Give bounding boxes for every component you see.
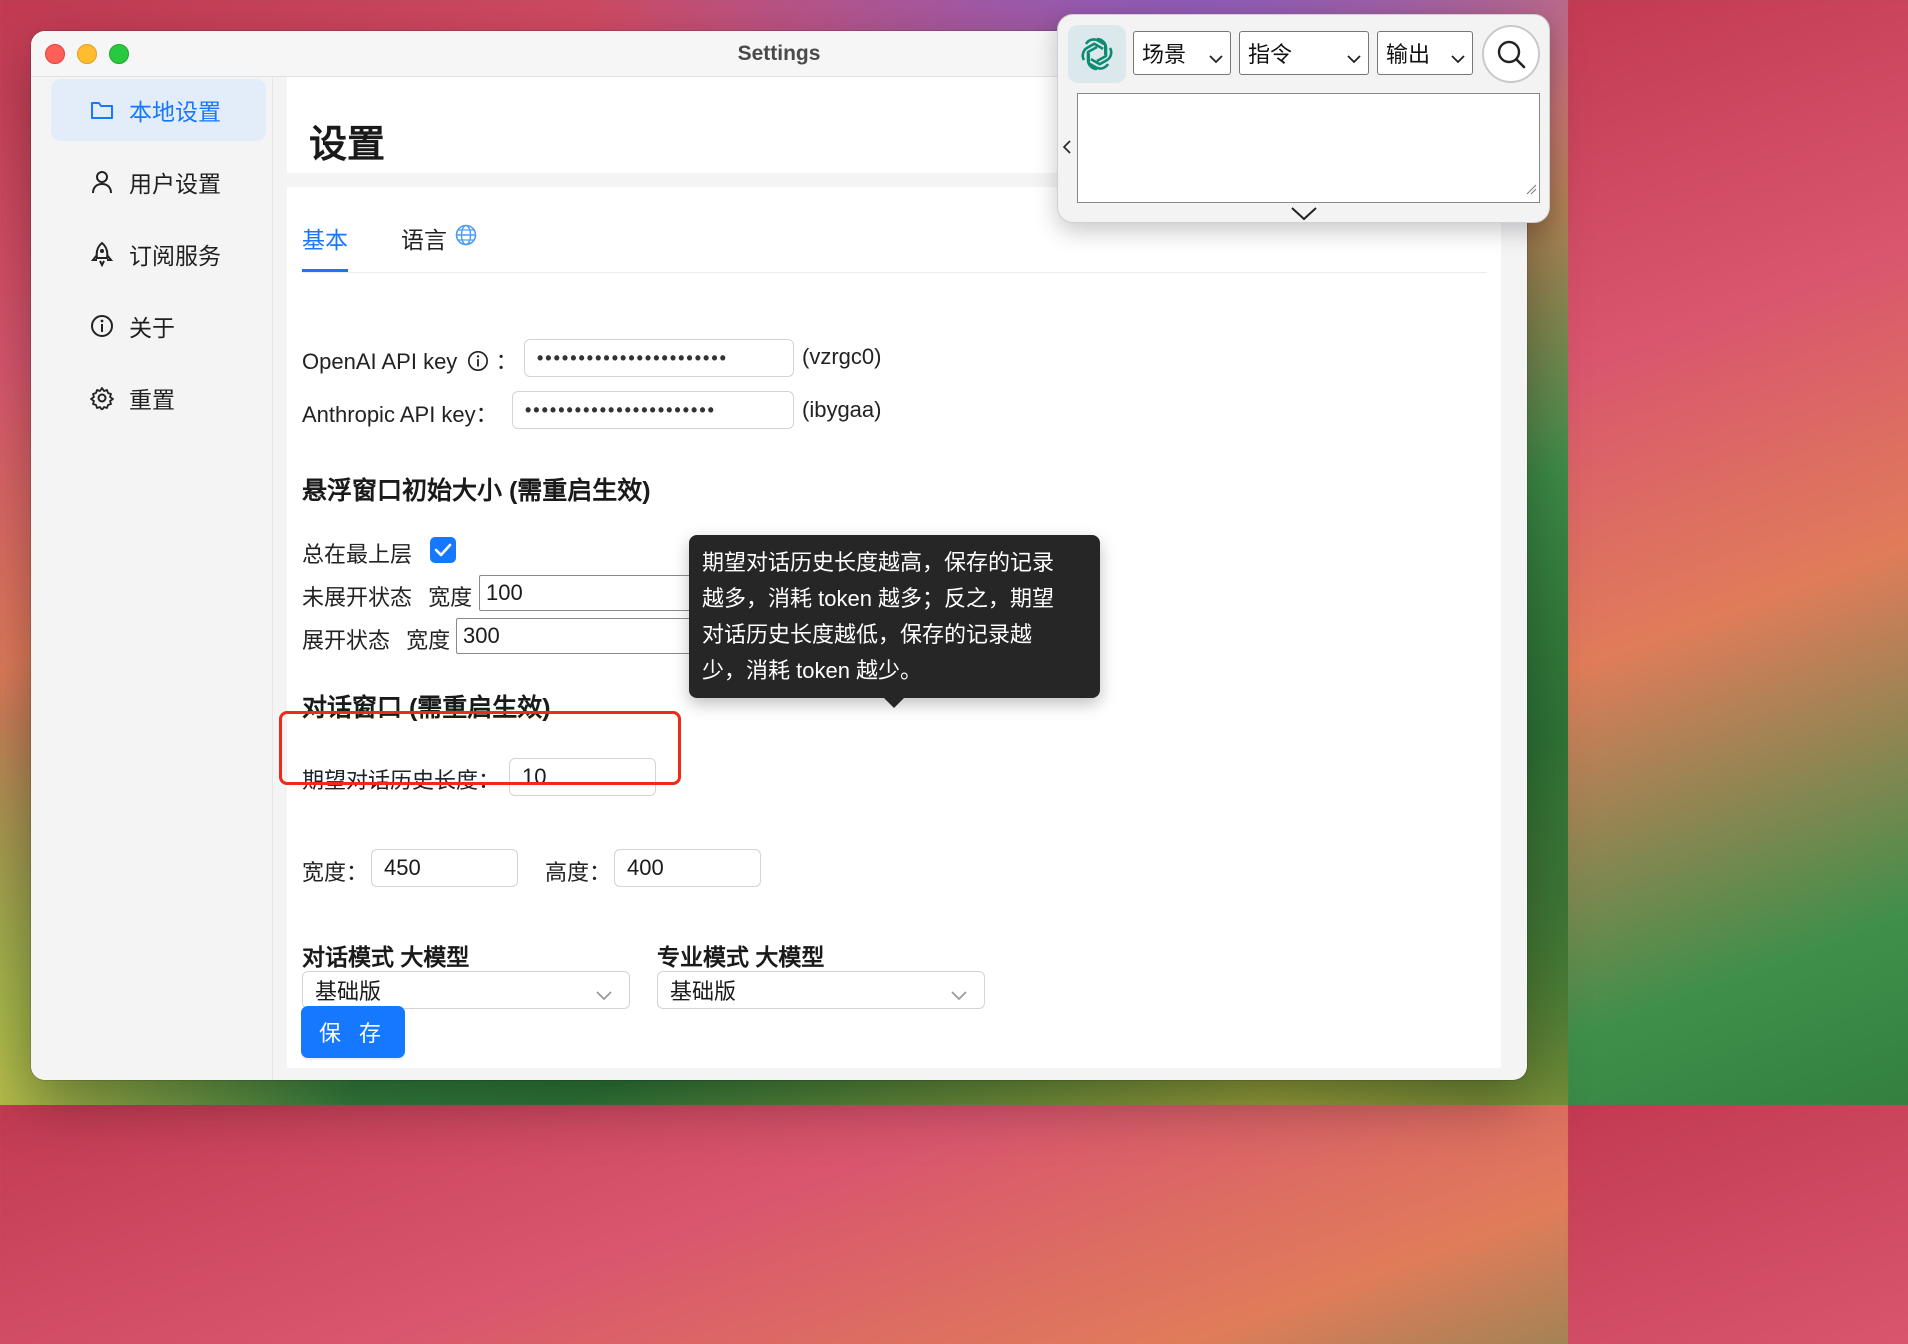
floating-widget: 场景 指令 输出 [1057,14,1550,223]
openai-key-suffix: (vzrgc0) [802,344,882,369]
expanded-state-label: 展开状态 宽度 [302,623,450,655]
expanded-width-value: 300 [463,623,500,648]
gear-icon [89,385,115,411]
chevron-down-icon [1208,45,1224,71]
tab-label: 基本 [302,227,348,253]
search-icon [1497,40,1526,69]
info-icon [89,313,115,339]
history-length-highlight [279,711,681,785]
sidebar-item-user-settings[interactable]: 用户设置 [51,151,266,213]
globe-icon [455,224,477,252]
pro-model-label: 专业模式 大模型 [657,944,825,970]
expanded-width-label: 宽度 [406,628,451,653]
expanded-state-text: 展开状态 [302,628,391,653]
sidebar-item-label: 用户设置 [129,171,221,197]
always-on-top-label: 总在最上层 [302,542,413,567]
openai-key-colon: ： [495,349,518,374]
collapse-left-icon[interactable] [1062,139,1072,160]
chevron-down-icon [1450,45,1466,71]
chevron-down-icon [950,982,968,1008]
chat-height-label: 高度： [545,860,612,885]
tooltip-line: 对话历史长度越低，保存的记录越 [702,622,1033,647]
chat-model-label: 对话模式 大模型 [302,944,470,970]
sidebar-item-reset[interactable]: 重置 [51,367,266,429]
user-icon [89,169,115,195]
scene-select-value: 场景 [1142,42,1187,67]
resize-grip-icon[interactable] [1525,182,1537,200]
tooltip-line: 期望对话历史长度越高，保存的记录 [702,550,1055,575]
minimize-window-button[interactable] [77,44,97,64]
openai-logo-icon[interactable] [1068,25,1126,83]
openai-key-input[interactable]: ••••••••••••••••••••••• [524,339,794,377]
page-title: 设置 [309,124,386,166]
sidebar-item-label: 重置 [129,387,175,413]
anthropic-key-value: ••••••••••••••••••••••• [525,399,716,420]
always-on-top-checkbox[interactable] [430,537,456,563]
collapsed-state-label: 未展开状态 宽度 [302,580,472,612]
active-tab-indicator [302,269,348,272]
save-button[interactable]: 保 存 [301,1006,405,1058]
chevron-down-icon [1346,45,1362,71]
chat-width-value: 450 [384,855,421,880]
checkmark-icon [434,543,452,557]
output-select[interactable]: 输出 [1377,31,1473,75]
prompt-textarea[interactable] [1077,93,1540,203]
sidebar-item-label: 本地设置 [129,99,221,125]
sidebar: 本地设置 用户设置 订阅服务 关于 重置 [31,77,273,1080]
tab-label: 语言 [401,227,447,253]
close-window-button[interactable] [45,44,65,64]
openai-key-value: ••••••••••••••••••••••• [537,347,728,368]
chat-height-value: 400 [627,855,664,880]
tooltip-line: 越多，消耗 token 越多；反之，期望 [702,586,1055,611]
chat-model-select[interactable]: 基础版 [302,971,630,1009]
tooltip-line: 少，消耗 token 越少。 [702,658,923,683]
sidebar-item-about[interactable]: 关于 [51,295,266,357]
folder-icon [89,97,115,123]
collapsed-width-value: 100 [486,580,523,605]
sidebar-item-local-settings[interactable]: 本地设置 [51,79,266,141]
collapsed-width-label: 宽度 [428,585,473,610]
chevron-down-icon [595,982,613,1008]
command-select[interactable]: 指令 [1239,31,1369,75]
pro-model-value: 基础版 [670,979,737,1004]
chat-width-input[interactable]: 450 [371,849,518,887]
anthropic-key-input[interactable]: ••••••••••••••••••••••• [512,391,794,429]
traffic-lights [45,44,129,64]
scene-select[interactable]: 场景 [1133,31,1231,75]
anthropic-key-label: Anthropic API key： [302,402,498,427]
zoom-window-button[interactable] [109,44,129,64]
output-select-value: 输出 [1386,42,1431,67]
float-size-section-title: 悬浮窗口初始大小 (需重启生效) [302,477,651,505]
search-button[interactable] [1482,25,1540,83]
openai-key-label: OpenAI API key ： [302,344,518,378]
pro-model-select[interactable]: 基础版 [657,971,985,1009]
tooltip-arrow [883,697,905,708]
sidebar-item-label: 订阅服务 [129,243,221,269]
history-length-tooltip: 期望对话历史长度越高，保存的记录 越多，消耗 token 越多；反之，期望 对话… [689,535,1100,698]
command-select-value: 指令 [1248,42,1293,67]
chat-height-input[interactable]: 400 [614,849,761,887]
openai-key-label-text: OpenAI API key [302,349,458,374]
chat-width-label: 宽度： [302,860,369,885]
collapsed-state-text: 未展开状态 [302,585,413,610]
rocket-icon [89,241,115,267]
sidebar-item-subscription[interactable]: 订阅服务 [51,223,266,285]
tab-language[interactable]: 语言 [401,221,477,255]
info-icon[interactable] [467,350,489,378]
chat-model-value: 基础版 [315,979,382,1004]
window-title: Settings [737,41,821,65]
sidebar-item-label: 关于 [129,315,175,341]
expand-down-icon[interactable] [1290,206,1318,227]
anthropic-key-suffix: (ibygaa) [802,397,882,422]
tab-basic[interactable]: 基本 [302,221,348,255]
